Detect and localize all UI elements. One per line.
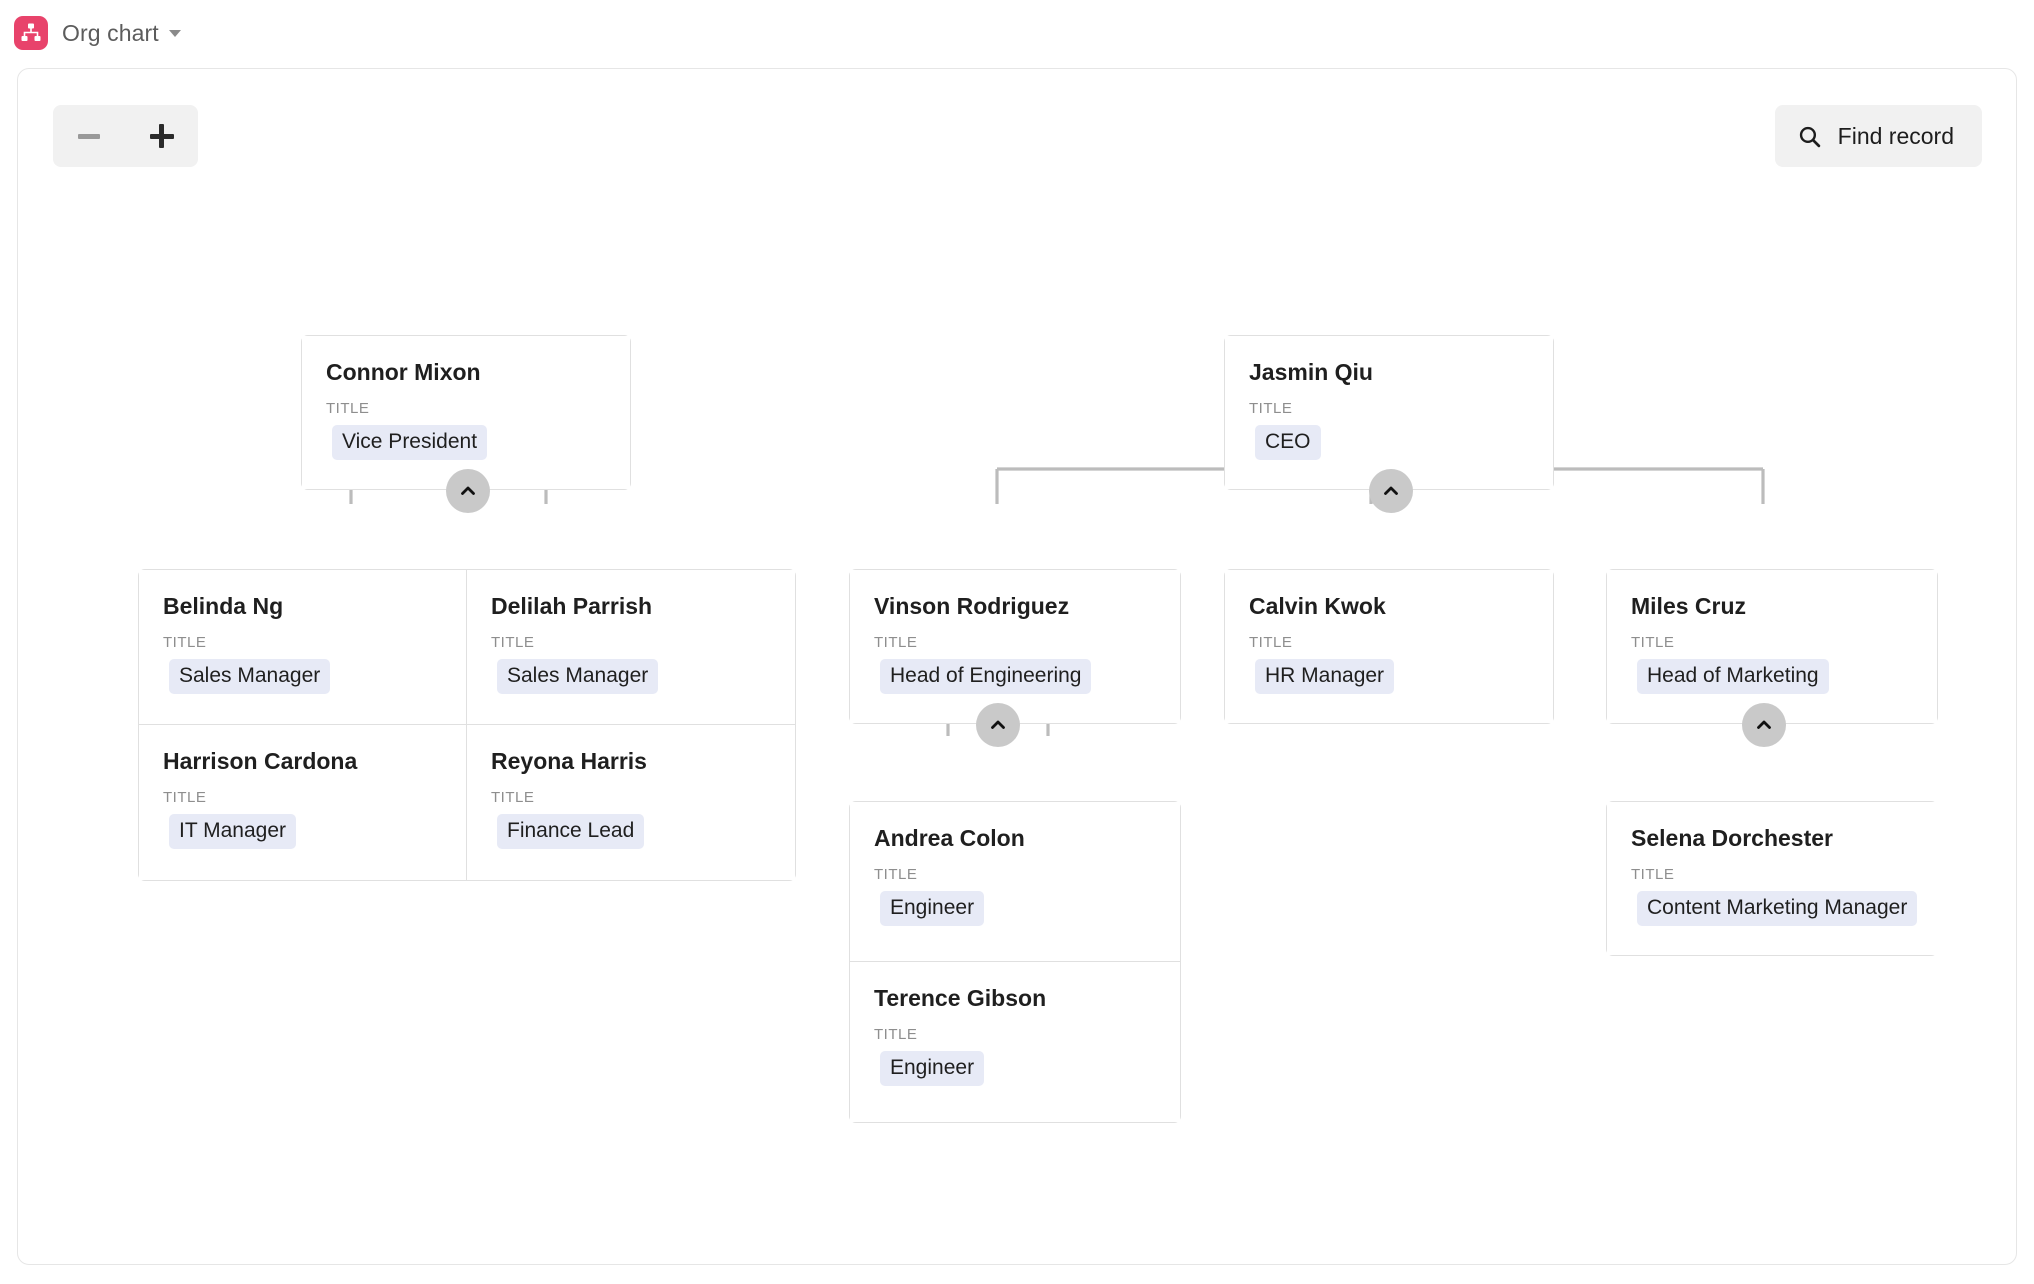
org-node-card[interactable]: Harrison Cardona TITLE IT Manager [139, 725, 467, 880]
node-group-jasmin-qiu: Jasmin Qiu TITLE CEO [1224, 335, 1554, 513]
field-label: TITLE [163, 633, 207, 651]
person-title-pill: Head of Engineering [880, 658, 1092, 694]
person-title-pill: Vice President [332, 424, 488, 460]
collapse-toggle-connor-mixon[interactable] [446, 469, 490, 513]
chevron-down-icon[interactable] [168, 29, 181, 37]
org-node-card[interactable]: Andrea Colon TITLE Engineer [850, 802, 1180, 962]
chevron-up-icon [461, 486, 475, 495]
person-title-pill: Head of Marketing [1637, 658, 1829, 694]
field-label: TITLE [326, 399, 370, 417]
field-label: TITLE [491, 633, 535, 651]
node-group-vinson-rodriguez: Vinson Rodriguez TITLE Head of Engineeri… [849, 569, 1181, 747]
field-label: TITLE [1249, 633, 1293, 651]
org-chart-panel: Find record Connor Mixon TITLE Vice Pres… [17, 68, 2017, 1265]
node-group-selena-dorchester: Selena Dorchester TITLE Content Marketin… [1606, 801, 1942, 956]
field-label: TITLE [874, 1025, 918, 1043]
person-title-pill: HR Manager [1255, 658, 1395, 694]
org-node-card[interactable]: Miles Cruz TITLE Head of Marketing [1607, 570, 1937, 723]
org-node-card[interactable]: Terence Gibson TITLE Engineer [850, 962, 1180, 1122]
person-title-pill: Content Marketing Manager [1637, 890, 1918, 926]
node-group-engineering-reports: Andrea Colon TITLE Engineer Terence Gibs… [849, 801, 1181, 1123]
org-node-card[interactable]: Vinson Rodriguez TITLE Head of Engineeri… [850, 570, 1180, 723]
field-label: TITLE [874, 865, 918, 883]
person-name: Belinda Ng [163, 593, 284, 619]
person-title-pill: Engineer [880, 1050, 985, 1086]
person-name: Connor Mixon [326, 359, 481, 385]
person-title-pill: Engineer [880, 890, 985, 926]
collapse-toggle-miles-cruz[interactable] [1742, 703, 1786, 747]
page-title: Org chart [62, 19, 159, 46]
node-group-calvin-kwok: Calvin Kwok TITLE HR Manager [1224, 569, 1554, 724]
person-title-pill: Sales Manager [497, 658, 659, 694]
person-name: Harrison Cardona [163, 748, 358, 774]
chevron-up-icon [991, 720, 1005, 729]
org-node-card[interactable]: Selena Dorchester TITLE Content Marketin… [1607, 802, 1942, 955]
person-name: Selena Dorchester [1631, 825, 1833, 851]
person-name: Jasmin Qiu [1249, 359, 1373, 385]
person-name: Miles Cruz [1631, 593, 1747, 619]
node-group-connor-reports: Belinda Ng TITLE Sales Manager Delilah P… [138, 569, 796, 881]
org-node-card[interactable]: Jasmin Qiu TITLE CEO [1225, 336, 1553, 489]
field-label: TITLE [1249, 399, 1293, 417]
person-name: Andrea Colon [874, 825, 1025, 851]
field-label: TITLE [1631, 865, 1675, 883]
collapse-toggle-vinson-rodriguez[interactable] [976, 703, 1020, 747]
person-title-pill: IT Manager [169, 813, 296, 849]
collapse-toggle-jasmin-qiu[interactable] [1369, 469, 1413, 513]
chevron-up-icon [1757, 720, 1771, 729]
app-header: Org chart [0, 0, 2034, 66]
person-name: Calvin Kwok [1249, 593, 1386, 619]
field-label: TITLE [1631, 633, 1675, 651]
org-node-card[interactable]: Belinda Ng TITLE Sales Manager [139, 570, 467, 725]
org-node-card[interactable]: Connor Mixon TITLE Vice President [302, 336, 630, 489]
org-chart-canvas: Connor Mixon TITLE Vice President Belind… [18, 69, 2016, 1264]
field-label: TITLE [163, 788, 207, 806]
person-name: Vinson Rodriguez [874, 593, 1070, 619]
person-name: Delilah Parrish [491, 593, 653, 619]
person-title-pill: Sales Manager [169, 658, 331, 694]
person-title-pill: Finance Lead [497, 813, 645, 849]
org-node-card[interactable]: Calvin Kwok TITLE HR Manager [1225, 570, 1553, 723]
person-title-pill: CEO [1255, 424, 1321, 460]
org-node-card[interactable]: Reyona Harris TITLE Finance Lead [467, 725, 795, 880]
field-label: TITLE [874, 633, 918, 651]
node-group-miles-cruz: Miles Cruz TITLE Head of Marketing [1606, 569, 1938, 747]
person-name: Terence Gibson [874, 985, 1047, 1011]
org-chart-icon [14, 16, 48, 50]
person-name: Reyona Harris [491, 748, 647, 774]
org-node-card[interactable]: Delilah Parrish TITLE Sales Manager [467, 570, 795, 725]
node-group-connor-mixon: Connor Mixon TITLE Vice President [301, 335, 631, 513]
chevron-up-icon [1384, 486, 1398, 495]
field-label: TITLE [491, 788, 535, 806]
